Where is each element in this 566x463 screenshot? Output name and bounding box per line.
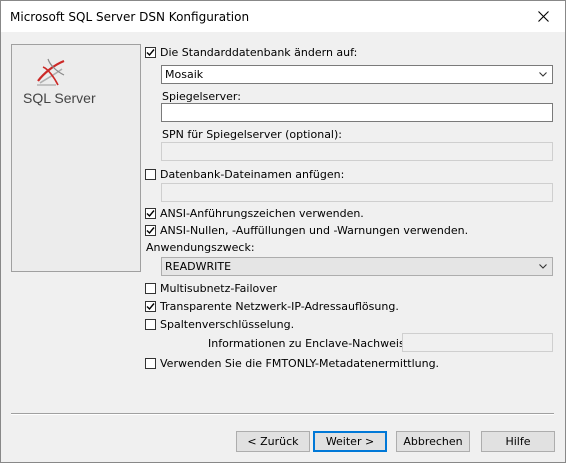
next-button[interactable]: Weiter > xyxy=(313,431,387,452)
application-intent-select[interactable]: READWRITE xyxy=(161,257,553,276)
fmtonly-label: Verwenden Sie die FMTONLY-Metadatenermit… xyxy=(160,356,440,370)
ansi-quotes-checkbox[interactable]: ANSI-Anführungszeichen verwenden. xyxy=(145,206,364,220)
sql-server-logo-icon xyxy=(37,58,65,86)
enclave-attestation-input[interactable] xyxy=(402,333,553,352)
application-intent-value: READWRITE xyxy=(165,260,232,273)
dsn-config-dialog: Microsoft SQL Server DSN Konfiguration S… xyxy=(0,0,566,463)
attach-db-filename-checkbox[interactable]: Datenbank-Dateinamen anfügen: xyxy=(145,167,344,181)
transparent-ip-label: Transparente Netzwerk-IP-Adressauflösung… xyxy=(160,299,399,313)
checkbox-box[interactable] xyxy=(145,224,156,236)
cancel-button[interactable]: Abbrechen xyxy=(396,431,470,452)
attach-db-filename-input[interactable] xyxy=(161,183,553,202)
title-bar: Microsoft SQL Server DSN Konfiguration xyxy=(1,1,565,32)
database-select-value: Mosaik xyxy=(165,68,204,81)
divider xyxy=(11,413,554,415)
close-icon xyxy=(537,11,549,22)
attach-db-filename-label: Datenbank-Dateinamen anfügen: xyxy=(160,167,345,181)
change-default-db-label: Die Standarddatenbank ändern auf: xyxy=(160,45,358,59)
help-button[interactable]: Hilfe xyxy=(481,431,555,452)
mirror-server-input[interactable] xyxy=(161,103,553,122)
transparent-ip-checkbox[interactable]: Transparente Netzwerk-IP-Adressauflösung… xyxy=(145,299,399,313)
window-title: Microsoft SQL Server DSN Konfiguration xyxy=(10,10,250,24)
checkbox-box[interactable] xyxy=(145,46,156,58)
sql-server-logo-panel: SQL Server xyxy=(11,44,141,272)
ansi-nulls-checkbox[interactable]: ANSI-Nullen, -Auffüllungen und -Warnunge… xyxy=(145,223,468,237)
mirror-spn-input[interactable] xyxy=(161,142,553,161)
multisubnet-failover-checkbox[interactable]: Multisubnetz-Failover xyxy=(145,281,277,295)
mirror-server-label: Spiegelserver: xyxy=(162,90,241,103)
checkbox-box[interactable] xyxy=(145,318,156,330)
column-encryption-checkbox[interactable]: Spaltenverschlüsselung. xyxy=(145,317,294,331)
checkbox-box[interactable] xyxy=(145,282,156,294)
sql-server-logo-text: SQL Server xyxy=(23,90,96,106)
checkbox-box[interactable] xyxy=(145,357,156,369)
chevron-down-icon xyxy=(539,264,547,269)
back-button[interactable]: < Zurück xyxy=(236,431,310,452)
checkbox-box[interactable] xyxy=(145,207,156,219)
checkbox-box[interactable] xyxy=(145,300,156,312)
checkbox-box[interactable] xyxy=(145,168,156,180)
checkmark-icon xyxy=(146,302,155,310)
ansi-quotes-label: ANSI-Anführungszeichen verwenden. xyxy=(160,206,364,220)
chevron-down-icon xyxy=(539,72,547,77)
ansi-nulls-label: ANSI-Nullen, -Auffüllungen und -Warnunge… xyxy=(160,223,469,237)
change-default-db-checkbox[interactable]: Die Standarddatenbank ändern auf: xyxy=(145,45,357,59)
checkmark-icon xyxy=(146,209,155,217)
close-button[interactable] xyxy=(525,3,561,30)
column-encryption-label: Spaltenverschlüsselung. xyxy=(160,317,295,331)
database-select[interactable]: Mosaik xyxy=(161,65,553,84)
enclave-attestation-label: Informationen zu Enclave-Nachweis: xyxy=(208,337,409,350)
checkmark-icon xyxy=(146,48,155,56)
application-intent-label: Anwendungszweck: xyxy=(146,241,255,254)
multisubnet-failover-label: Multisubnetz-Failover xyxy=(160,281,278,295)
mirror-spn-label: SPN für Spiegelserver (optional): xyxy=(162,128,342,141)
fmtonly-checkbox[interactable]: Verwenden Sie die FMTONLY-Metadatenermit… xyxy=(145,356,439,370)
checkmark-icon xyxy=(146,226,155,234)
